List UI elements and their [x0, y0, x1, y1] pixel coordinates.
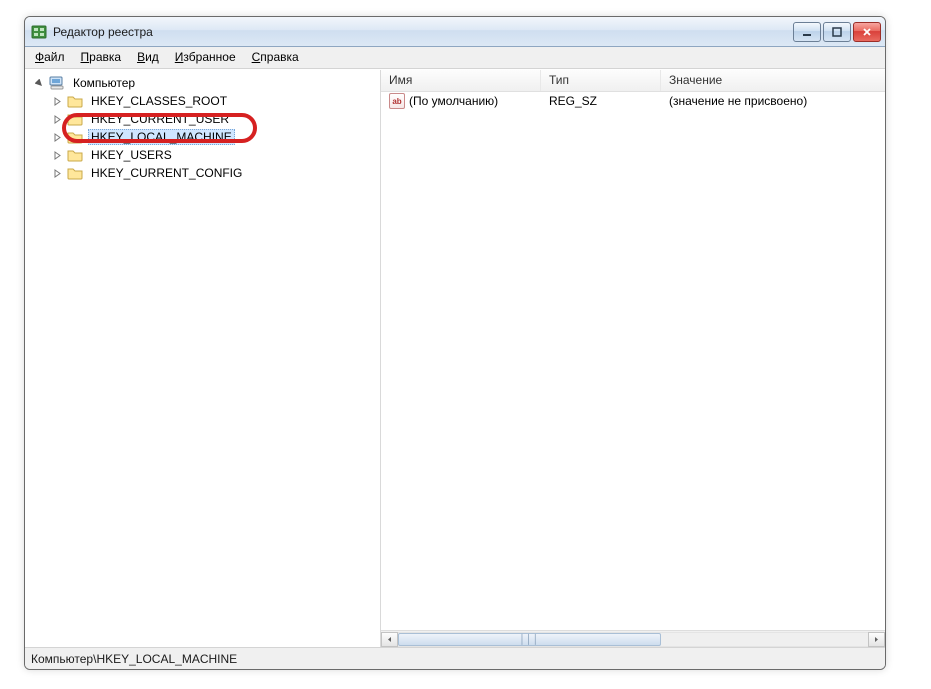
folder-icon [67, 147, 83, 163]
computer-icon [49, 75, 65, 91]
menu-view[interactable]: Вид [129, 47, 167, 68]
tree-item-hkcu[interactable]: HKEY_CURRENT_USER [25, 110, 380, 128]
tree-item-label: HKEY_USERS [88, 147, 175, 163]
statusbar: Компьютер\HKEY_LOCAL_MACHINE [25, 647, 885, 669]
string-value-icon: ab [389, 93, 405, 109]
collapse-icon[interactable] [33, 77, 45, 89]
menu-help[interactable]: Справка [244, 47, 307, 68]
minimize-button[interactable] [793, 22, 821, 42]
tree-item-hkcr[interactable]: HKEY_CLASSES_ROOT [25, 92, 380, 110]
folder-icon [67, 165, 83, 181]
scroll-left-button[interactable] [381, 632, 398, 647]
column-header-name[interactable]: Имя [381, 70, 541, 91]
titlebar[interactable]: Редактор реестра [25, 17, 885, 47]
window-title: Редактор реестра [53, 25, 791, 39]
values-header: Имя Тип Значение [381, 70, 885, 92]
tree-item-label: HKEY_LOCAL_MACHINE [88, 129, 235, 145]
status-path: Компьютер\HKEY_LOCAL_MACHINE [31, 652, 237, 666]
value-row-default[interactable]: ab (По умолчанию) REG_SZ (значение не пр… [381, 92, 885, 110]
app-icon [31, 24, 47, 40]
registry-tree: Компьютер HKEY_CLASSES_ROOT [25, 74, 380, 182]
expand-icon[interactable] [51, 131, 63, 143]
registry-editor-window: Редактор реестра Файл Правка Вид Избранн… [24, 16, 886, 670]
menu-file[interactable]: Файл [27, 47, 73, 68]
client-area: Компьютер HKEY_CLASSES_ROOT [25, 69, 885, 647]
scroll-thumb[interactable]: │││ [398, 633, 661, 646]
scroll-track[interactable]: │││ [398, 632, 868, 647]
maximize-button[interactable] [823, 22, 851, 42]
expand-icon[interactable] [51, 149, 63, 161]
menubar: Файл Правка Вид Избранное Справка [25, 47, 885, 69]
horizontal-scrollbar[interactable]: │││ [381, 630, 885, 647]
column-header-value[interactable]: Значение [661, 70, 885, 91]
tree-item-hkcc[interactable]: HKEY_CURRENT_CONFIG [25, 164, 380, 182]
tree-item-hklm[interactable]: HKEY_LOCAL_MACHINE [25, 128, 380, 146]
tree-pane[interactable]: Компьютер HKEY_CLASSES_ROOT [25, 70, 381, 647]
tree-item-label: HKEY_CURRENT_USER [88, 111, 232, 127]
tree-item-label: HKEY_CLASSES_ROOT [88, 93, 230, 109]
value-name: (По умолчанию) [409, 94, 498, 108]
column-header-type[interactable]: Тип [541, 70, 661, 91]
tree-root-label: Компьютер [70, 75, 138, 91]
close-button[interactable] [853, 22, 881, 42]
value-data: (значение не присвоено) [661, 94, 885, 108]
tree-item-label: HKEY_CURRENT_CONFIG [88, 165, 245, 181]
folder-icon [67, 111, 83, 127]
folder-icon [67, 93, 83, 109]
expand-icon[interactable] [51, 95, 63, 107]
menu-edit[interactable]: Правка [73, 47, 130, 68]
values-list[interactable]: ab (По умолчанию) REG_SZ (значение не пр… [381, 92, 885, 630]
tree-item-hku[interactable]: HKEY_USERS [25, 146, 380, 164]
expand-icon[interactable] [51, 113, 63, 125]
folder-icon [67, 129, 83, 145]
tree-root-computer[interactable]: Компьютер [25, 74, 380, 92]
expand-icon[interactable] [51, 167, 63, 179]
window-controls [791, 20, 883, 44]
scroll-right-button[interactable] [868, 632, 885, 647]
value-type: REG_SZ [541, 94, 661, 108]
values-pane: Имя Тип Значение ab (По умолчанию) REG_S… [381, 70, 885, 647]
menu-favorites[interactable]: Избранное [167, 47, 244, 68]
